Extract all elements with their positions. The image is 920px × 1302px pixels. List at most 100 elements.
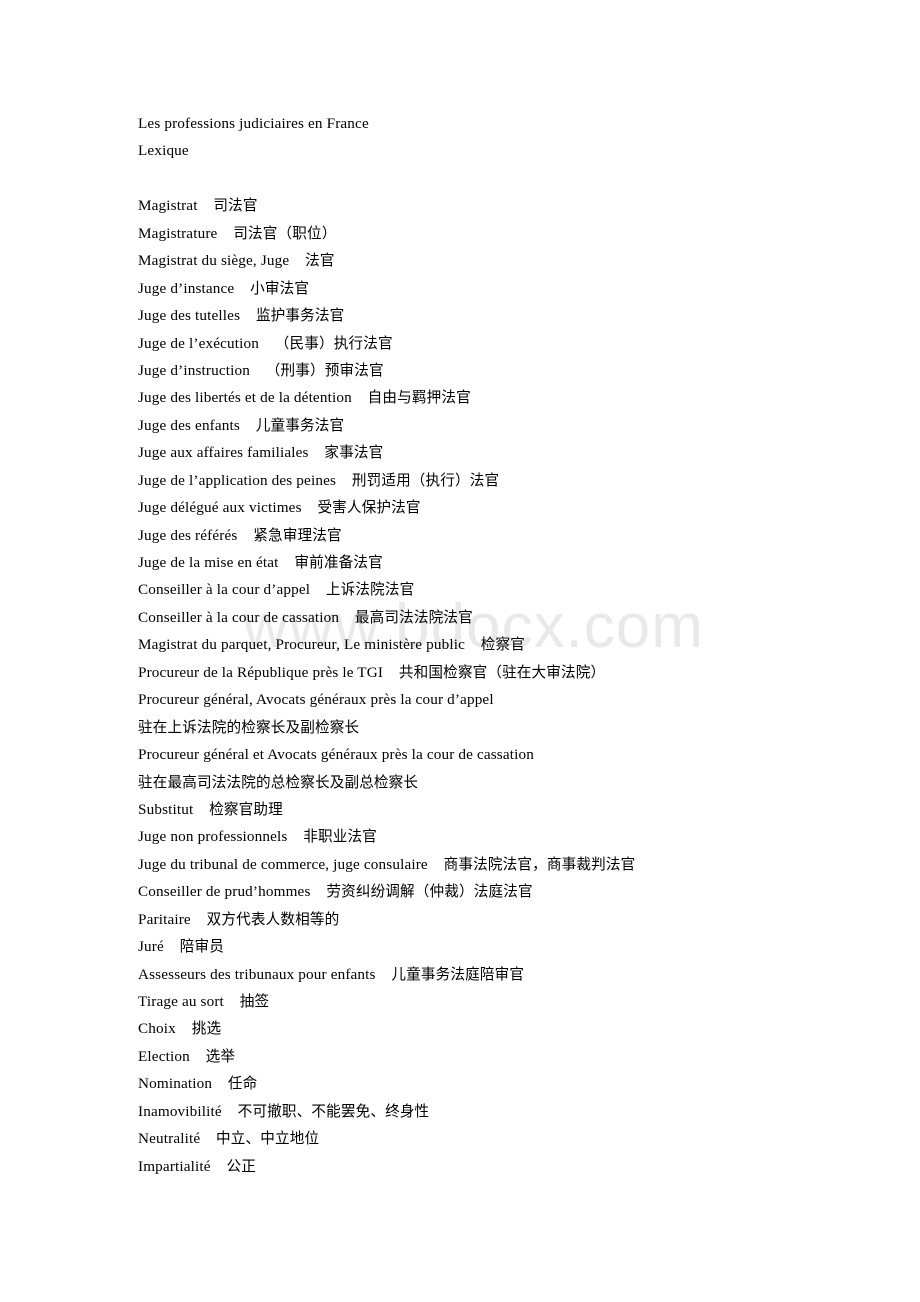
glossary-translation-zh: 家事法官 <box>324 444 384 462</box>
glossary-term-fr: Impartialité <box>138 1157 211 1175</box>
glossary-translation-zh: 刑罚适用（执行）法官 <box>351 471 500 489</box>
glossary-term-fr: Juré <box>138 938 164 956</box>
document-title-line-1: Les professions judiciaires en France <box>138 115 369 132</box>
glossary-translation-zh: 自由与羁押法官 <box>367 389 471 407</box>
glossary-separator <box>428 856 444 873</box>
glossary-entry: Magistrat du parquet, Procureur, Le mini… <box>138 631 878 658</box>
glossary-entry: Juge d’instance 小审法官 <box>138 275 878 302</box>
glossary-translation-zh: 受害人保护法官 <box>317 499 421 517</box>
glossary-translation-zh: 共和国检察官（驻在大审法院） <box>398 663 606 681</box>
glossary-term-fr: Juge d’instruction <box>138 361 250 379</box>
glossary-list: Magistrat 司法官 Magistrature 司法官（职位） Magistr… <box>138 192 878 1180</box>
glossary-entry: Conseiller à la cour de cassation 最高司法法院… <box>138 604 878 631</box>
glossary-term-fr: Juge des référés <box>138 526 238 544</box>
glossary-translation-zh: 司法官（职位） <box>233 224 337 242</box>
glossary-translation-zh: 儿童事务法官 <box>255 416 345 434</box>
glossary-term-fr: Conseiller à la cour d’appel <box>138 581 311 599</box>
glossary-entry-continuation: 驻在最高司法法院的总检察长及副总检察长 <box>138 769 878 796</box>
glossary-separator <box>302 499 318 516</box>
glossary-separator <box>237 527 253 544</box>
glossary-term-fr: Juge des libertés et de la détention <box>138 389 352 407</box>
glossary-entry: Juge des référés 紧急审理法官 <box>138 522 878 549</box>
glossary-separator <box>311 883 327 900</box>
glossary-entry: Juge des libertés et de la détention 自由与… <box>138 384 878 411</box>
glossary-separator <box>309 444 325 461</box>
document-body: Les professions judiciaires en France Le… <box>138 110 878 1180</box>
glossary-term-fr: Choix <box>138 1020 176 1038</box>
glossary-term-fr: Juge de la mise en état <box>138 554 279 571</box>
glossary-separator <box>259 335 275 352</box>
glossary-entry: Substitut 检察官助理 <box>138 796 878 823</box>
glossary-term-fr: Election <box>138 1047 190 1065</box>
glossary-translation-zh: 挑选 <box>191 1020 222 1038</box>
glossary-translation-zh: 小审法官 <box>250 279 310 297</box>
glossary-term-fr: Juge d’instance <box>138 279 235 297</box>
glossary-entry: Juge des enfants 儿童事务法官 <box>138 412 878 439</box>
glossary-entry: Procureur de la République près le TGI 共… <box>138 659 878 686</box>
glossary-entry: Conseiller à la cour d’appel 上诉法院法官 <box>138 576 878 603</box>
blank-spacer-line <box>138 165 878 192</box>
glossary-separator <box>352 389 368 406</box>
glossary-entry: Procureur général, Avocats généraux près… <box>138 686 878 713</box>
glossary-term-fr: Procureur de la République près le TGI <box>138 663 384 681</box>
glossary-translation-zh: 商事法院法官，商事裁判法官 <box>443 855 636 873</box>
glossary-entry: Procureur général et Avocats généraux pr… <box>138 741 878 768</box>
glossary-term-fr: Juge du tribunal de commerce, juge consu… <box>138 855 428 873</box>
glossary-term-fr: Neutralité <box>138 1130 201 1148</box>
glossary-entry: Election 选举 <box>138 1043 878 1070</box>
glossary-separator <box>383 664 399 681</box>
glossary-translation-zh: 上诉法院法官 <box>325 581 415 599</box>
glossary-entry: Juge d’instruction （刑事）预审法官 <box>138 357 878 384</box>
glossary-term-fr: Magistrat du parquet, Procureur, Le mini… <box>138 636 465 654</box>
glossary-entry: Inamovibilité 不可撤职、不能罢免、终身性 <box>138 1098 878 1125</box>
glossary-separator <box>190 1048 206 1065</box>
glossary-term-fr: Tirage au sort <box>138 993 224 1010</box>
glossary-separator <box>212 1075 228 1092</box>
document-subtitle-line: Lexique <box>138 142 189 160</box>
glossary-translation-zh: 双方代表人数相等的 <box>206 910 340 928</box>
glossary-separator <box>287 828 303 845</box>
glossary-separator <box>164 938 180 955</box>
glossary-entry: Nomination 任命 <box>138 1070 878 1097</box>
glossary-term-fr: Juge non professionnels <box>138 828 288 846</box>
glossary-entry: Juge non professionnels 非职业法官 <box>138 823 878 850</box>
glossary-term-fr: Magistrat <box>138 197 198 215</box>
glossary-separator <box>465 636 481 653</box>
glossary-separator <box>200 1130 216 1147</box>
glossary-translation-zh: 法官 <box>305 252 335 270</box>
glossary-separator <box>234 280 250 297</box>
glossary-term-fr: Procureur général, Avocats généraux près… <box>138 691 494 709</box>
glossary-term-fr: Paritaire <box>138 910 191 928</box>
glossary-term-fr: Juge de l’exécution <box>138 334 259 352</box>
glossary-term-fr: Juge aux affaires familiales <box>138 444 309 462</box>
glossary-separator <box>191 911 207 928</box>
glossary-separator <box>279 554 295 571</box>
glossary-separator <box>289 252 305 269</box>
glossary-entry: Neutralité 中立、中立地位 <box>138 1125 878 1152</box>
glossary-term-fr: Juge de l’application des peines <box>138 471 337 489</box>
glossary-term-fr: Conseiller à la cour de cassation <box>138 608 340 626</box>
glossary-entry: Juge du tribunal de commerce, juge consu… <box>138 851 878 878</box>
glossary-translation-zh: 检察官助理 <box>209 800 283 818</box>
glossary-term-fr: Assesseurs des tribunaux pour enfants <box>138 965 376 983</box>
glossary-term-fr: Substitut <box>138 800 194 818</box>
glossary-term-fr: Magistrature <box>138 224 218 242</box>
glossary-entry: Magistrat du siège, Juge 法官 <box>138 247 878 274</box>
glossary-separator <box>176 1020 192 1037</box>
glossary-translation-zh: （民事）执行法官 <box>274 334 393 352</box>
glossary-separator <box>224 993 240 1010</box>
glossary-translation-zh: 非职业法官 <box>303 828 377 846</box>
glossary-separator <box>222 1103 238 1120</box>
glossary-entry: Impartialité 公正 <box>138 1153 878 1180</box>
glossary-separator <box>193 801 209 818</box>
glossary-separator <box>217 225 233 242</box>
glossary-translation-zh: 最高司法法院法官 <box>354 608 473 626</box>
glossary-entry: Juge de l’exécution （民事）执行法官 <box>138 330 878 357</box>
glossary-separator <box>240 417 256 434</box>
glossary-translation-zh: 驻在最高司法法院的总检察长及副总检察长 <box>138 773 419 791</box>
glossary-translation-zh: 驻在上诉法院的检察长及副检察长 <box>138 718 360 736</box>
glossary-translation-zh: 抽签 <box>239 993 270 1010</box>
glossary-translation-zh: 审前准备法官 <box>294 554 383 571</box>
glossary-entry: Magistrature 司法官（职位） <box>138 220 878 247</box>
glossary-separator <box>240 307 256 324</box>
